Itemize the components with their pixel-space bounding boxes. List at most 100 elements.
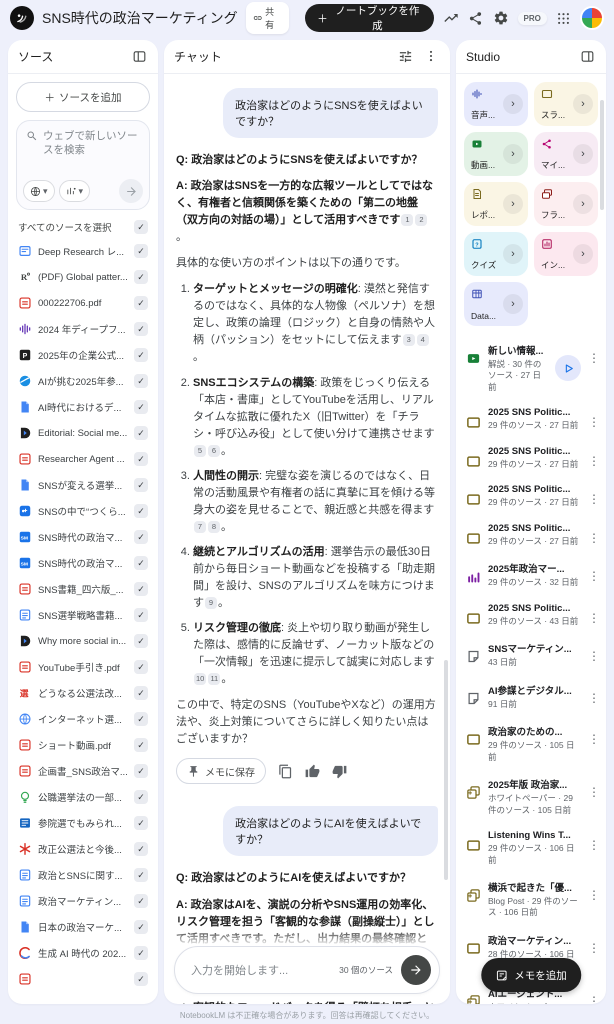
source-checkbox[interactable]: ✓ <box>134 894 148 908</box>
collapse-panel-icon[interactable] <box>132 49 148 65</box>
source-checkbox[interactable]: ✓ <box>134 608 148 622</box>
source-row[interactable]: 生成 AI 時代の 202... ✓ <box>16 940 150 966</box>
source-checkbox[interactable]: ✓ <box>134 816 148 830</box>
apps-grid-icon[interactable] <box>555 9 572 27</box>
chevron-right-icon[interactable]: › <box>573 144 593 164</box>
search-submit-button[interactable] <box>119 179 143 203</box>
studio-list-item[interactable]: 2025 SNS Politic... 29 件のソース · 27 日前 ⋮ <box>464 400 602 438</box>
studio-tile-report[interactable]: レポ... › <box>464 182 528 226</box>
studio-list-item[interactable]: 2025年政治マー... 29 件のソース · 32 日前 ⋮ <box>464 554 602 595</box>
citation-chip[interactable]: 10 <box>194 673 207 686</box>
tune-icon[interactable] <box>398 49 414 65</box>
source-row[interactable]: SNSの中で“つくら... ✓ <box>16 498 150 524</box>
source-checkbox[interactable]: ✓ <box>134 790 148 804</box>
source-checkbox[interactable]: ✓ <box>134 530 148 544</box>
source-checkbox[interactable]: ✓ <box>134 842 148 856</box>
more-vert-icon[interactable]: ⋮ <box>588 454 600 468</box>
source-checkbox[interactable]: ✓ <box>134 374 148 388</box>
source-row[interactable]: ✓ <box>16 966 150 992</box>
chevron-right-icon[interactable]: › <box>503 194 523 214</box>
source-checkbox[interactable]: ✓ <box>134 426 148 440</box>
studio-tile-mindmap[interactable]: マイ... › <box>534 132 598 176</box>
citation-chip[interactable]: 6 <box>208 444 220 457</box>
source-row[interactable]: 000222706.pdf ✓ <box>16 290 150 316</box>
chevron-right-icon[interactable]: › <box>503 294 523 314</box>
studio-list-item[interactable]: Listening Wins T... 29 件のソース · 106 日前 ⋮ <box>464 823 602 873</box>
chevron-right-icon[interactable]: › <box>503 144 523 164</box>
studio-tile-video-overview[interactable]: 動画... › <box>464 132 528 176</box>
copy-icon[interactable] <box>278 764 293 779</box>
source-checkbox[interactable]: ✓ <box>134 686 148 700</box>
source-row[interactable]: SNS選挙戦略書籍... ✓ <box>16 602 150 628</box>
settings-gear-icon[interactable] <box>492 9 509 27</box>
studio-tile-slides[interactable]: スラ... › <box>534 82 598 126</box>
studio-list-item[interactable]: 2025 SNS Politic... 29 件のソース · 43 日前 ⋮ <box>464 596 602 634</box>
chevron-right-icon[interactable]: › <box>573 194 593 214</box>
more-vert-icon[interactable]: ⋮ <box>588 838 600 852</box>
source-row[interactable]: 参院選でもみられ... ✓ <box>16 810 150 836</box>
source-row[interactable]: 選どうなる公選法改... ✓ <box>16 680 150 706</box>
source-row[interactable]: P 2025年の企業公式... ✓ <box>16 342 150 368</box>
web-search-card[interactable]: ウェブで新しいソースを検索 ▾ ▾ <box>16 120 150 210</box>
studio-tile-infographic[interactable]: イン... › <box>534 232 598 276</box>
source-checkbox[interactable]: ✓ <box>134 348 148 362</box>
studio-tile-flashcards[interactable]: フラ... › <box>534 182 598 226</box>
play-button[interactable] <box>555 355 581 382</box>
more-vert-icon[interactable]: ⋮ <box>588 785 600 799</box>
source-checkbox[interactable]: ✓ <box>134 634 148 648</box>
source-row[interactable]: AIが挑む2025年参... ✓ <box>16 368 150 394</box>
share-icon[interactable] <box>467 9 484 27</box>
studio-list-item[interactable]: AI参謀とデジタル... 91 日前 ⋮ <box>464 676 602 717</box>
share-chip[interactable]: 共有 <box>245 2 290 34</box>
source-checkbox[interactable]: ✓ <box>134 556 148 570</box>
more-vert-icon[interactable]: ⋮ <box>588 649 600 663</box>
source-checkbox[interactable]: ✓ <box>134 868 148 882</box>
collapse-panel-icon[interactable] <box>580 49 596 65</box>
chevron-right-icon[interactable]: › <box>573 244 593 264</box>
more-vert-icon[interactable]: ⋮ <box>588 888 600 902</box>
studio-list-item[interactable]: SNSマーケティン... 43 日前 ⋮ <box>464 634 602 675</box>
source-checkbox[interactable]: ✓ <box>134 582 148 596</box>
more-vert-icon[interactable]: ⋮ <box>588 569 600 583</box>
source-row[interactable]: Researcher Agent ... ✓ <box>16 446 150 472</box>
citation-chip[interactable]: 9 <box>205 596 217 609</box>
more-vert-icon[interactable]: ⋮ <box>588 611 600 625</box>
chevron-right-icon[interactable]: › <box>573 94 593 114</box>
citation-chip[interactable]: 3 <box>402 334 415 347</box>
source-row[interactable]: SNS書籍_四六版_... ✓ <box>16 576 150 602</box>
more-vert-icon[interactable]: ⋮ <box>588 351 600 365</box>
source-checkbox[interactable]: ✓ <box>134 296 148 310</box>
more-vert-icon[interactable]: ⋮ <box>588 531 600 545</box>
thumbs-down-icon[interactable] <box>332 764 347 779</box>
chevron-right-icon[interactable]: › <box>503 94 523 114</box>
chat-scrollbar[interactable] <box>444 660 448 880</box>
studio-list-item[interactable]: 2025年版 政治家... ホワイトペーパー · 29 件のソース · 105 日… <box>464 770 602 823</box>
source-checkbox[interactable]: ✓ <box>134 764 148 778</box>
add-source-button[interactable]: ＋ ソースを追加 <box>16 82 150 112</box>
source-row[interactable]: R (PDF) Global patter... ✓ <box>16 264 150 290</box>
citation-chip[interactable]: 1 <box>401 213 414 226</box>
source-checkbox[interactable]: ✓ <box>134 660 148 674</box>
source-checkbox[interactable]: ✓ <box>134 270 148 284</box>
source-row[interactable]: ショート動画.pdf ✓ <box>16 732 150 758</box>
studio-tile-quiz[interactable]: ? クイズ › <box>464 232 528 276</box>
source-checkbox[interactable]: ✓ <box>134 452 148 466</box>
source-row[interactable]: 2024 年ディープフ... ✓ <box>16 316 150 342</box>
source-checkbox[interactable]: ✓ <box>134 322 148 336</box>
source-checkbox[interactable]: ✓ <box>134 972 148 986</box>
source-checkbox[interactable]: ✓ <box>134 946 148 960</box>
source-row[interactable]: Deep Research レ... ✓ <box>16 238 150 264</box>
studio-list-item[interactable]: 2025 SNS Politic... 29 件のソース · 27 日前 ⋮ <box>464 439 602 477</box>
more-vert-icon[interactable]: ⋮ <box>588 994 600 1004</box>
chevron-right-icon[interactable]: › <box>503 244 523 264</box>
citation-chip[interactable]: 7 <box>194 520 206 533</box>
more-vert-icon[interactable]: ⋮ <box>588 415 600 429</box>
source-row[interactable]: YouTube手引き.pdf ✓ <box>16 654 150 680</box>
source-row[interactable]: 日本の政治マーケ... ✓ <box>16 914 150 940</box>
studio-scrollbar[interactable] <box>600 100 604 210</box>
studio-list-item[interactable]: 2025 SNS Politic... 29 件のソース · 27 日前 ⋮ <box>464 516 602 554</box>
user-avatar[interactable] <box>580 6 605 30</box>
source-row[interactable]: AI時代におけるデ... ✓ <box>16 394 150 420</box>
notebooklm-logo-icon[interactable] <box>10 6 34 30</box>
citation-chip[interactable]: 4 <box>416 334 429 347</box>
